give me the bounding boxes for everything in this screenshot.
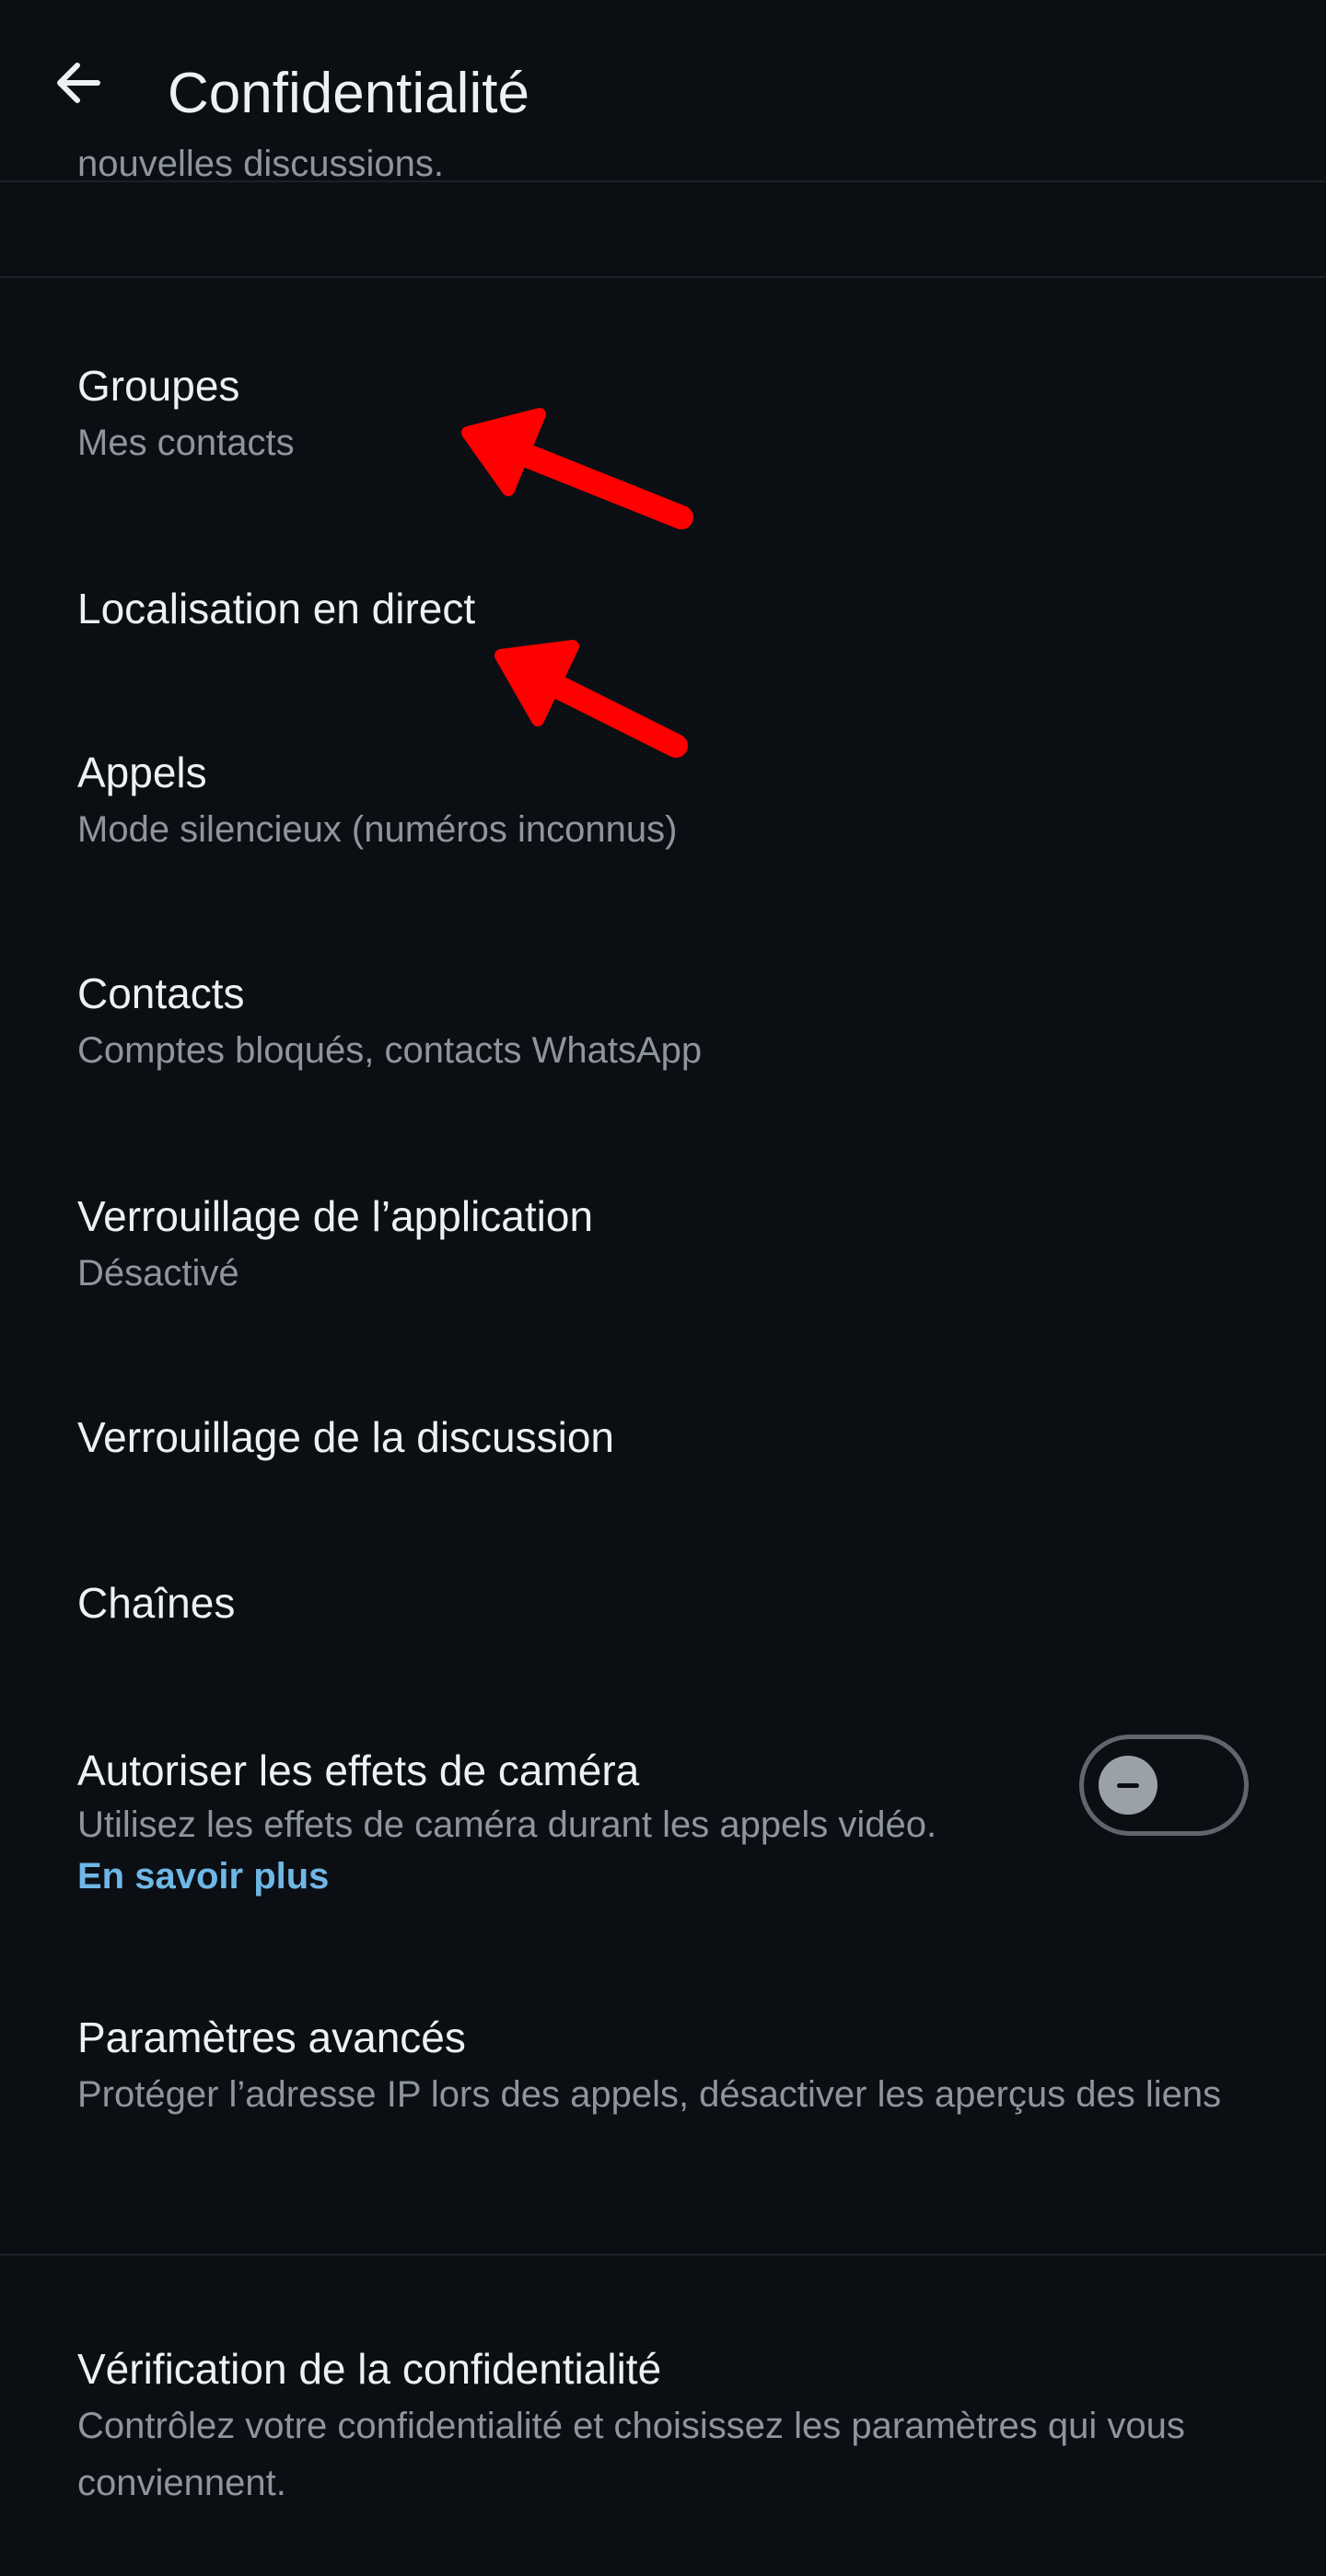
clipped-previous-subtitle: nouvelles discussions. xyxy=(77,144,444,182)
setting-subtitle: Contrôlez votre confidentialité et chois… xyxy=(77,2406,1185,2503)
setting-subtitle: Comptes bloqués, contacts WhatsApp xyxy=(77,1030,703,1071)
setting-subtitle: Protéger l’adresse IP lors des appels, d… xyxy=(77,2074,1222,2115)
setting-contacts[interactable]: Contacts Comptes bloqués, contacts Whats… xyxy=(0,965,1326,1079)
setting-channels[interactable]: Chaînes xyxy=(0,1574,1326,1631)
red-arrow-annotation-icon xyxy=(461,408,693,529)
setting-privacy-checkup[interactable]: Vérification de la confidentialité Contr… xyxy=(0,2340,1326,2512)
setting-title: Chaînes xyxy=(77,1579,236,1627)
section-divider xyxy=(0,276,1326,278)
setting-title: Verrouillage de l’application xyxy=(77,1192,594,1240)
setting-subtitle: Mode silencieux (numéros inconnus) xyxy=(77,809,678,850)
section-divider xyxy=(0,2254,1326,2256)
setting-subtitle: Désactivé xyxy=(77,1253,239,1294)
setting-live-location[interactable]: Localisation en direct xyxy=(0,580,1326,637)
toggle-knob xyxy=(1099,1756,1157,1815)
red-arrow-annotation-icon xyxy=(494,640,688,758)
page-title: Confidentialité xyxy=(168,62,529,125)
setting-app-lock[interactable]: Verrouillage de l’application Désactivé xyxy=(0,1188,1326,1302)
learn-more-link[interactable]: En savoir plus xyxy=(77,1851,1326,1902)
setting-title: Vérification de la confidentialité xyxy=(77,2345,662,2393)
camera-effects-toggle[interactable] xyxy=(1079,1735,1249,1836)
back-button[interactable] xyxy=(41,46,114,120)
setting-chat-lock[interactable]: Verrouillage de la discussion xyxy=(0,1409,1326,1466)
setting-title: Localisation en direct xyxy=(77,585,476,632)
setting-title: Paramètres avancés xyxy=(77,2013,466,2061)
setting-title: Verrouillage de la discussion xyxy=(77,1413,615,1461)
setting-advanced[interactable]: Paramètres avancés Protéger l’adresse IP… xyxy=(0,2009,1326,2123)
app-bar: Confidentialité nouvelles discussions. xyxy=(0,0,1326,182)
setting-title: Contacts xyxy=(77,969,245,1017)
arrow-left-icon xyxy=(57,63,100,103)
